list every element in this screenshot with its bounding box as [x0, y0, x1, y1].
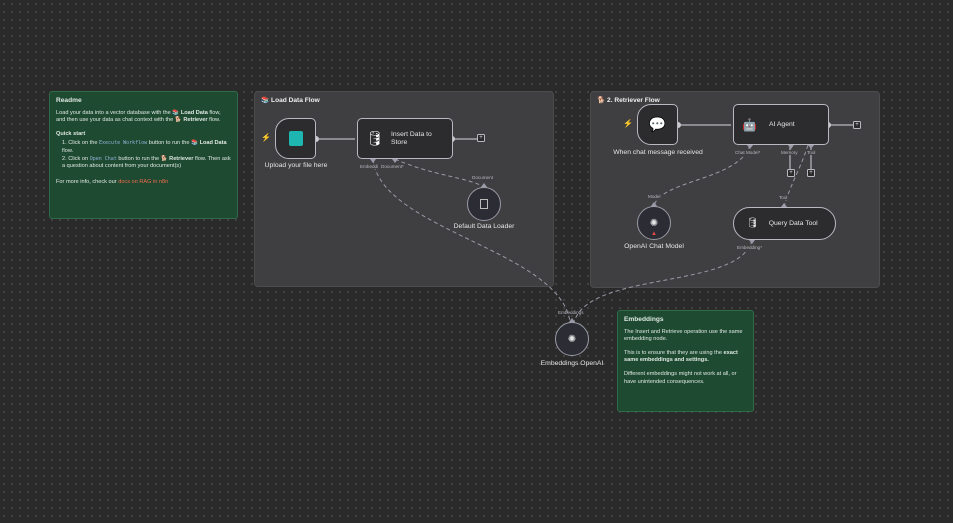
- ai-agent-node[interactable]: 🤖 AI Agent: [733, 104, 829, 145]
- default-data-loader-node[interactable]: [467, 187, 501, 221]
- warning-icon: ▲: [651, 231, 657, 237]
- embeddings-openai-node[interactable]: ✺: [555, 322, 589, 356]
- port-label-memory: Memory: [780, 150, 799, 155]
- port-label-chat-model: Chat Model*: [734, 150, 762, 155]
- chat-bubbles-icon: 💬: [648, 116, 667, 132]
- trigger-bolt-icon: ⚡: [623, 119, 633, 128]
- loader-label: Default Data Loader: [453, 223, 515, 230]
- note-paragraph: Different embeddings might not work at a…: [624, 370, 737, 385]
- add-node-button[interactable]: +: [853, 121, 861, 129]
- trigger-bolt-icon: ⚡: [261, 133, 271, 142]
- embeddings-sticky-note[interactable]: Embeddings The Insert and Retrieve opera…: [617, 310, 754, 412]
- upload-node[interactable]: [275, 118, 316, 159]
- edge-loader-insert: [394, 158, 485, 188]
- robot-icon: 🤖: [742, 117, 757, 132]
- add-node-button[interactable]: +: [477, 134, 485, 142]
- note-paragraph: The Insert and Retrieve operation use th…: [624, 328, 743, 343]
- node-title: AI Agent: [768, 121, 795, 128]
- port-label-document-in: Document: [471, 175, 494, 180]
- openai-icon: ✺: [567, 333, 577, 345]
- database-icon: 🛢: [366, 130, 384, 146]
- openai-chat-model-node[interactable]: ✺ ▲: [637, 206, 671, 240]
- document-icon: [480, 199, 488, 209]
- note-title: Embeddings: [624, 316, 664, 323]
- note-paragraph: This is to ensure that they are using th…: [624, 349, 738, 364]
- node-title: Query Data Tool: [768, 220, 818, 227]
- query-data-tool-node[interactable]: 🛢 Query Data Tool: [733, 207, 836, 240]
- add-tool-button[interactable]: +: [807, 169, 815, 177]
- node-title: Insert Data to Store: [391, 130, 432, 146]
- chat-trigger-label: When chat message received: [613, 149, 703, 156]
- port-label-document: Document*: [380, 164, 405, 169]
- port-label-embedding: Embedding*: [736, 245, 764, 250]
- add-memory-button[interactable]: +: [787, 169, 795, 177]
- port-label-model: Model: [647, 194, 662, 199]
- database-icon: 🛢: [746, 218, 759, 229]
- upload-node-label: Upload your file here: [264, 162, 328, 169]
- port-label-embeddings: Embeddings: [558, 310, 584, 315]
- port-label-embedding: Embeddi: [359, 164, 380, 169]
- port-label-tool: Tool: [806, 150, 817, 155]
- chat-trigger-node[interactable]: 💬: [637, 104, 678, 145]
- connections: [313, 122, 853, 326]
- edge-embeddings-insert: [372, 158, 571, 323]
- chat-model-label: OpenAI Chat Model: [624, 243, 684, 250]
- port-label-tool-in: Tool: [778, 195, 789, 200]
- embeddings-label: Embeddings OpenAI: [540, 360, 604, 367]
- openai-icon: ✺: [649, 217, 659, 229]
- form-icon: [288, 131, 303, 146]
- insert-data-node[interactable]: 🛢 Insert Data to Store: [357, 118, 453, 159]
